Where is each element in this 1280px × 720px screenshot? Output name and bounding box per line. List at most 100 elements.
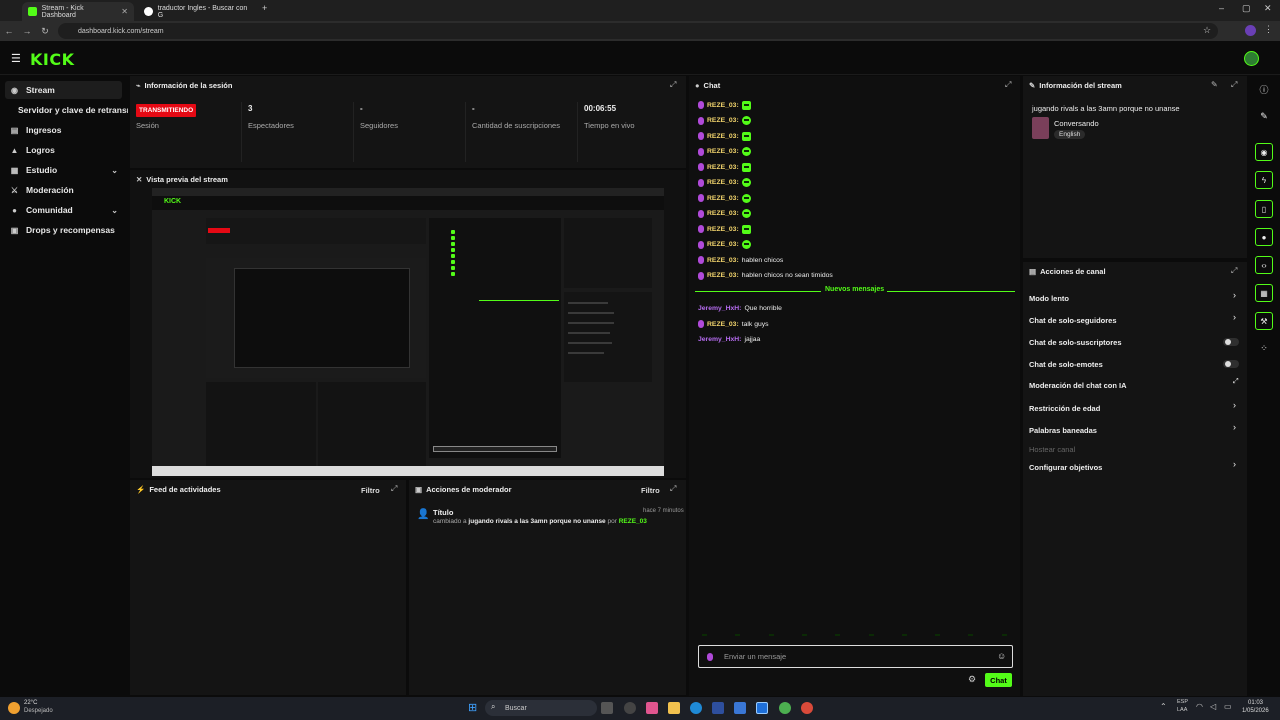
channel-action-item[interactable]: Chat de solo-emotes	[1029, 357, 1103, 371]
app-icon[interactable]	[646, 702, 658, 714]
expand-icon[interactable]: ⤢	[670, 484, 676, 494]
window-close-icon[interactable]: ✕	[1264, 3, 1272, 14]
chat-username[interactable]: REZE_03:	[707, 272, 739, 279]
chevron-right-icon[interactable]: ›	[1233, 312, 1236, 322]
chat-username[interactable]: REZE_03:	[707, 210, 739, 217]
chevron-up-icon[interactable]: ⌃	[1160, 702, 1167, 711]
edit-icon[interactable]: ✎	[1211, 80, 1218, 89]
eye-icon[interactable]: ◉	[1255, 143, 1273, 161]
sidebar-item-comunidad[interactable]: ● Comunidad ⌄	[0, 201, 126, 219]
emoji-picker-icon[interactable]: ☺	[997, 651, 1006, 661]
channel-action-item[interactable]: Configurar objetivos	[1029, 460, 1102, 474]
taskbar-search[interactable]: ⌕ Buscar	[485, 700, 597, 716]
close-tab-icon[interactable]: ✕	[121, 7, 128, 16]
file-explorer-icon[interactable]	[668, 702, 680, 714]
chevron-right-icon[interactable]: ›	[1233, 422, 1236, 432]
minimize-icon[interactable]: –	[1219, 3, 1224, 13]
maximize-icon[interactable]: ▢	[1242, 3, 1251, 14]
chat-username[interactable]: REZE_03:	[707, 164, 739, 171]
chat-username[interactable]: REZE_03:	[707, 241, 739, 248]
address-bar[interactable]: dashboard.kick.com/stream	[58, 23, 1218, 39]
user-avatar[interactable]	[1244, 51, 1259, 66]
layout-icon[interactable]: ▦	[1255, 284, 1273, 302]
sidebar-item-estudio[interactable]: ▦ Estudio ⌄	[0, 161, 126, 179]
file-icon[interactable]: ▯	[1255, 200, 1273, 218]
chat-username[interactable]: REZE_03:	[707, 226, 739, 233]
sidebar-item-drops[interactable]: ▣ Drops y recompensas	[0, 221, 126, 239]
app-icon[interactable]	[624, 702, 636, 714]
new-tab-icon[interactable]: +	[262, 3, 267, 13]
channel-action-item[interactable]: Chat de solo-suscriptores	[1029, 335, 1122, 349]
back-icon[interactable]: ←	[0, 26, 18, 36]
sidebar-item-moderacion[interactable]: ⚔ Moderación	[0, 181, 126, 199]
browser-menu-icon[interactable]: ⋮	[1264, 24, 1273, 35]
chat-username[interactable]: REZE_03:	[707, 195, 739, 202]
chat-username[interactable]: REZE_03:	[707, 133, 739, 140]
bookmark-star-icon[interactable]: ☆	[1203, 25, 1211, 36]
channel-action-item[interactable]: Moderación del chat con IA	[1029, 378, 1127, 392]
stream-preview-video[interactable]: KICK	[152, 188, 664, 476]
expand-icon[interactable]: ⤢	[1005, 80, 1011, 90]
toggle-switch[interactable]	[1223, 360, 1239, 368]
channel-action-item[interactable]: Restricción de edad	[1029, 401, 1100, 415]
external-link-icon[interactable]: ⤢	[1233, 378, 1239, 386]
grid-dots-icon[interactable]: ⁘	[1255, 339, 1273, 357]
tab-search[interactable]: traductor Ingles - Buscar con G	[138, 2, 258, 21]
weather-icon[interactable]	[8, 702, 20, 714]
expand-icon[interactable]: ⤢	[1231, 266, 1237, 276]
chevron-right-icon[interactable]: ›	[1233, 400, 1236, 410]
filter-button[interactable]: Filtro	[361, 486, 380, 495]
expand-icon[interactable]: ⤢	[1231, 80, 1237, 90]
wifi-icon[interactable]: ◠	[1196, 702, 1203, 711]
sidebar-item-server-key[interactable]: Servidor y clave de retransmisión	[0, 101, 128, 119]
chat-username[interactable]: Jeremy_HxH:	[698, 336, 741, 343]
expand-icon[interactable]: ⤢	[391, 484, 397, 494]
chat-username[interactable]: REZE_03:	[707, 257, 739, 264]
chat-icon[interactable]: ●	[1255, 228, 1273, 246]
volume-icon[interactable]: ◁	[1210, 702, 1216, 711]
battery-icon[interactable]: ▭	[1224, 702, 1232, 711]
filter-button[interactable]: Filtro	[641, 486, 660, 495]
pencil-icon[interactable]: ✎	[1255, 107, 1273, 125]
chat-username[interactable]: REZE_03:	[707, 102, 739, 109]
edge-icon[interactable]	[690, 702, 702, 714]
chat-username[interactable]: REZE_03:	[707, 117, 739, 124]
channel-action-item[interactable]: Modo lento	[1029, 291, 1069, 305]
chat-username[interactable]: REZE_03:	[707, 321, 739, 328]
chevron-right-icon[interactable]: ›	[1233, 290, 1236, 300]
wrench-icon[interactable]: ⚒	[1255, 312, 1273, 330]
chat-username[interactable]: REZE_03:	[707, 179, 739, 186]
chat-input[interactable]: Enviar un mensaje ☺	[698, 645, 1013, 668]
reload-icon[interactable]: ↻	[36, 26, 54, 37]
channel-action-item[interactable]: Chat de solo-seguidores	[1029, 313, 1117, 327]
chrome-icon[interactable]	[779, 702, 791, 714]
forward-icon[interactable]: →	[18, 26, 36, 36]
expand-icon[interactable]: ⤢	[670, 80, 676, 90]
bolt-icon[interactable]: ϟ	[1255, 171, 1273, 189]
app-icon[interactable]	[801, 702, 813, 714]
code-icon[interactable]: ‹›	[1255, 256, 1273, 274]
category-name[interactable]: Conversando	[1054, 119, 1099, 128]
send-chat-button[interactable]: Chat	[985, 673, 1012, 687]
chevron-right-icon[interactable]: ›	[1233, 459, 1236, 469]
profile-avatar[interactable]	[1245, 25, 1256, 36]
info-icon[interactable]: ⓘ	[1255, 80, 1273, 98]
tab-stream-dashboard[interactable]: Stream - Kick Dashboard ✕	[22, 2, 134, 21]
lang-line1[interactable]: ESP	[1177, 699, 1188, 705]
mail-icon[interactable]	[734, 702, 746, 714]
windows-start-icon[interactable]: ⊞	[468, 701, 477, 714]
clock-time[interactable]: 01:03	[1248, 700, 1263, 706]
sidebar-item-logros[interactable]: ▲ Logros	[0, 141, 126, 159]
kick-logo[interactable]: KICK	[30, 50, 75, 69]
channel-action-item[interactable]: Palabras baneadas	[1029, 423, 1097, 437]
sidebar-item-ingresos[interactable]: ▤ Ingresos	[0, 121, 126, 139]
chat-username[interactable]: Jeremy_HxH:	[698, 305, 741, 312]
sidebar-item-stream[interactable]: ◉ Stream	[5, 81, 122, 99]
hamburger-menu-icon[interactable]: ☰	[11, 52, 21, 65]
chat-settings-gear-icon[interactable]: ⚙	[968, 674, 976, 685]
toggle-switch[interactable]	[1223, 338, 1239, 346]
app-icon[interactable]	[756, 702, 768, 714]
task-view-icon[interactable]	[601, 702, 613, 714]
app-icon[interactable]	[712, 702, 724, 714]
chat-username[interactable]: REZE_03:	[707, 148, 739, 155]
